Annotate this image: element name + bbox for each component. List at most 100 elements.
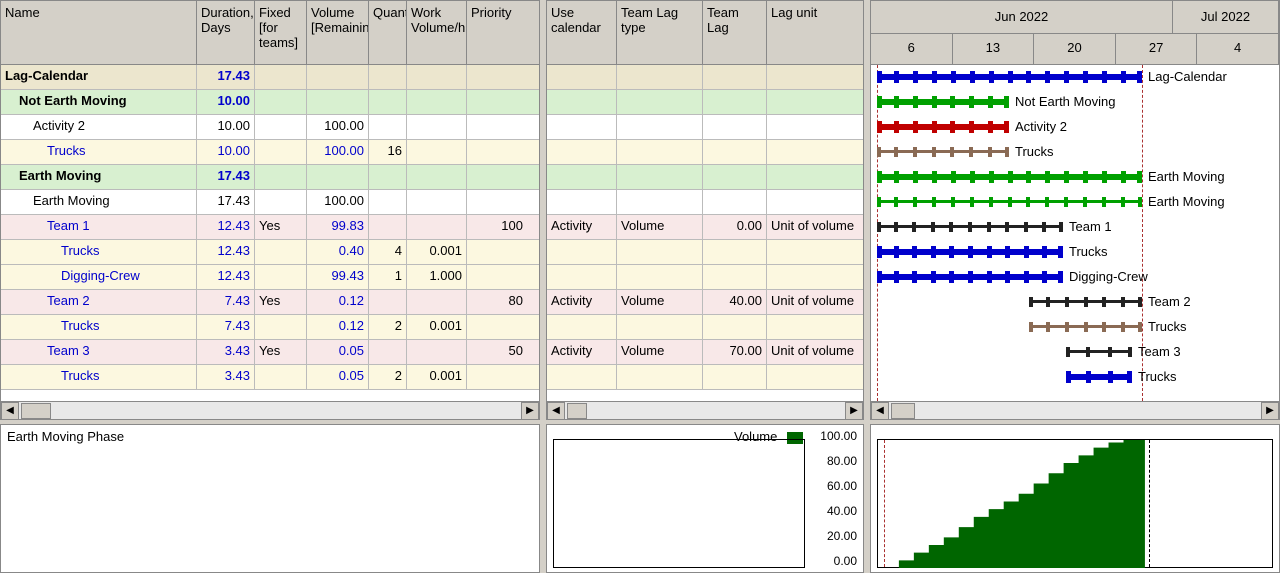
- gantt-bar[interactable]: [877, 120, 1009, 134]
- cell[interactable]: 99.43: [307, 265, 369, 289]
- gantt-row[interactable]: Team 1: [871, 215, 1279, 240]
- cell[interactable]: 2: [369, 315, 407, 339]
- cell[interactable]: Trucks: [1, 140, 197, 164]
- scroll-left-icon[interactable]: ◀: [547, 402, 565, 420]
- scroll-right-icon[interactable]: ▶: [521, 402, 539, 420]
- cell[interactable]: Team 2: [1, 290, 197, 314]
- cell[interactable]: Yes: [255, 290, 307, 314]
- gantt-bar[interactable]: [877, 220, 1063, 234]
- cell[interactable]: 99.83: [307, 215, 369, 239]
- cell[interactable]: [703, 140, 767, 164]
- cell[interactable]: [547, 240, 617, 264]
- cell[interactable]: Unit of volume: [767, 340, 863, 364]
- col-header[interactable]: Team Lag: [703, 1, 767, 64]
- cell[interactable]: 100.00: [307, 140, 369, 164]
- cell[interactable]: [255, 65, 307, 89]
- cell[interactable]: [547, 115, 617, 139]
- cell[interactable]: [767, 190, 863, 214]
- cell[interactable]: [369, 165, 407, 189]
- cell[interactable]: 0.00: [703, 215, 767, 239]
- cell[interactable]: Volume: [617, 340, 703, 364]
- table-row[interactable]: Team 27.43Yes0.1280: [1, 290, 539, 315]
- cell[interactable]: 4: [369, 240, 407, 264]
- cell[interactable]: Trucks: [1, 240, 197, 264]
- cell[interactable]: Activity: [547, 215, 617, 239]
- scroll-thumb[interactable]: [567, 403, 587, 419]
- cell[interactable]: 40.00: [703, 290, 767, 314]
- cell[interactable]: 10.00: [197, 90, 255, 114]
- gantt-row[interactable]: Earth Moving: [871, 165, 1279, 190]
- cell[interactable]: 0.001: [407, 315, 467, 339]
- cell[interactable]: [547, 140, 617, 164]
- cell[interactable]: Earth Moving: [1, 190, 197, 214]
- cell[interactable]: [467, 240, 527, 264]
- table-row[interactable]: Trucks10.00100.0016: [1, 140, 539, 165]
- cell[interactable]: Volume: [617, 290, 703, 314]
- cell[interactable]: [467, 315, 527, 339]
- scroll-right-icon[interactable]: ▶: [845, 402, 863, 420]
- cell[interactable]: [467, 65, 527, 89]
- cell[interactable]: [255, 265, 307, 289]
- cell[interactable]: [407, 90, 467, 114]
- cell[interactable]: 12.43: [197, 265, 255, 289]
- cell[interactable]: [255, 315, 307, 339]
- gantt-bar[interactable]: [1029, 320, 1142, 334]
- table-row[interactable]: ActivityVolume70.00Unit of volume: [547, 340, 863, 365]
- cell[interactable]: Activity: [547, 340, 617, 364]
- cell[interactable]: [547, 90, 617, 114]
- cell[interactable]: Yes: [255, 340, 307, 364]
- gantt-scrollbar[interactable]: ◀ ▶: [871, 401, 1279, 419]
- col-header[interactable]: Quantity: [369, 1, 407, 64]
- cell[interactable]: [407, 340, 467, 364]
- cell[interactable]: [617, 90, 703, 114]
- table-row[interactable]: Activity 210.00100.00: [1, 115, 539, 140]
- cell[interactable]: [703, 115, 767, 139]
- cell[interactable]: [767, 315, 863, 339]
- cell[interactable]: [255, 190, 307, 214]
- gantt-row[interactable]: Lag-Calendar: [871, 65, 1279, 90]
- cell[interactable]: [369, 215, 407, 239]
- cell[interactable]: [703, 365, 767, 389]
- cell[interactable]: [307, 90, 369, 114]
- task-grid-mid-scrollbar[interactable]: ◀ ▶: [547, 401, 863, 419]
- table-row[interactable]: [547, 140, 863, 165]
- table-row[interactable]: Team 112.43Yes99.83100: [1, 215, 539, 240]
- gantt-bar[interactable]: [877, 270, 1063, 284]
- cell[interactable]: [547, 365, 617, 389]
- cell[interactable]: 0.12: [307, 290, 369, 314]
- cell[interactable]: [467, 115, 527, 139]
- cell[interactable]: Unit of volume: [767, 215, 863, 239]
- cell[interactable]: [767, 365, 863, 389]
- cell[interactable]: [617, 265, 703, 289]
- cell[interactable]: [369, 115, 407, 139]
- cell[interactable]: 50: [467, 340, 527, 364]
- cell[interactable]: [467, 265, 527, 289]
- cell[interactable]: 100: [467, 215, 527, 239]
- table-row[interactable]: Earth Moving17.43100.00: [1, 190, 539, 215]
- cell[interactable]: 0.001: [407, 365, 467, 389]
- col-header[interactable]: Name: [1, 1, 197, 64]
- cell[interactable]: 100.00: [307, 190, 369, 214]
- table-row[interactable]: [547, 265, 863, 290]
- cell[interactable]: [547, 265, 617, 289]
- col-header[interactable]: Team Lag type: [617, 1, 703, 64]
- cell[interactable]: Digging-Crew: [1, 265, 197, 289]
- cell[interactable]: [467, 165, 527, 189]
- gantt-row[interactable]: Earth Moving: [871, 190, 1279, 215]
- cell[interactable]: Team 1: [1, 215, 197, 239]
- cell[interactable]: [767, 90, 863, 114]
- col-header[interactable]: Work Volume/hr: [407, 1, 467, 64]
- gantt-bar[interactable]: [877, 70, 1142, 84]
- cell[interactable]: [617, 190, 703, 214]
- cell[interactable]: [407, 115, 467, 139]
- cell[interactable]: [369, 290, 407, 314]
- cell[interactable]: [255, 365, 307, 389]
- cell[interactable]: 12.43: [197, 215, 255, 239]
- cell[interactable]: [767, 240, 863, 264]
- table-row[interactable]: Earth Moving17.43: [1, 165, 539, 190]
- table-row[interactable]: [547, 115, 863, 140]
- table-row[interactable]: [547, 365, 863, 390]
- cell[interactable]: 10.00: [197, 140, 255, 164]
- cell[interactable]: 12.43: [197, 240, 255, 264]
- cell[interactable]: [407, 190, 467, 214]
